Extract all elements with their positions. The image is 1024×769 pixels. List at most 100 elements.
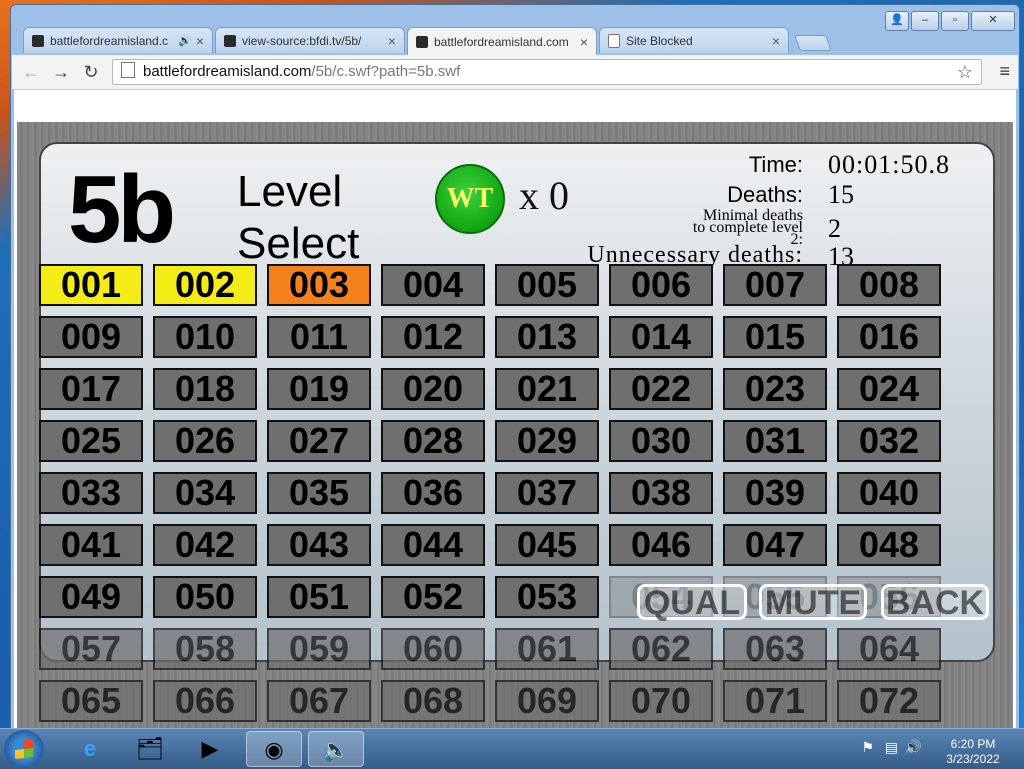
level-button-005[interactable]: 005 — [495, 264, 599, 306]
tab-view-source[interactable]: view-source:bfdi.tv/5b/ × — [215, 27, 405, 53]
reload-icon[interactable]: ↻ — [80, 61, 102, 83]
level-button-049[interactable]: 049 — [39, 576, 143, 618]
level-button-011[interactable]: 011 — [267, 316, 371, 358]
level-button-012[interactable]: 012 — [381, 316, 485, 358]
level-button-066[interactable]: 066 — [153, 680, 257, 722]
level-button-029[interactable]: 029 — [495, 420, 599, 462]
level-button-023[interactable]: 023 — [723, 368, 827, 410]
level-button-046[interactable]: 046 — [609, 524, 713, 566]
level-button-064[interactable]: 064 — [837, 628, 941, 670]
level-button-017[interactable]: 017 — [39, 368, 143, 410]
level-button-041[interactable]: 041 — [39, 524, 143, 566]
tab-bfdi-active[interactable]: battlefordreamisland.com × — [407, 27, 597, 55]
level-button-069[interactable]: 069 — [495, 680, 599, 722]
close-window-button[interactable]: ✕ — [971, 11, 1015, 31]
close-tab-icon[interactable]: × — [580, 34, 588, 50]
level-button-010[interactable]: 010 — [153, 316, 257, 358]
level-button-048[interactable]: 048 — [837, 524, 941, 566]
tab-site-blocked[interactable]: Site Blocked × — [599, 27, 789, 53]
level-button-057[interactable]: 057 — [39, 628, 143, 670]
level-button-027[interactable]: 027 — [267, 420, 371, 462]
back-button[interactable]: BACK — [881, 584, 989, 620]
flash-game[interactable]: 5b Level Select WT x 0 Time: 00:01:50.8 … — [17, 122, 1013, 729]
speaker-icon[interactable]: 🔊 — [178, 34, 192, 47]
level-button-031[interactable]: 031 — [723, 420, 827, 462]
level-button-030[interactable]: 030 — [609, 420, 713, 462]
bookmark-star-icon[interactable]: ☆ — [957, 60, 973, 84]
media-player-icon[interactable]: ▶ — [182, 731, 238, 767]
minimize-button[interactable]: – — [911, 11, 939, 31]
level-button-013[interactable]: 013 — [495, 316, 599, 358]
maximize-button[interactable]: ▫ — [941, 11, 969, 31]
level-button-037[interactable]: 037 — [495, 472, 599, 514]
menu-icon[interactable]: ≡ — [999, 61, 1010, 82]
level-button-035[interactable]: 035 — [267, 472, 371, 514]
level-button-045[interactable]: 045 — [495, 524, 599, 566]
close-tab-icon[interactable]: × — [196, 33, 204, 49]
tab-bfdi-1[interactable]: battlefordreamisland.c 🔊 × — [23, 27, 213, 53]
level-button-033[interactable]: 033 — [39, 472, 143, 514]
level-button-001[interactable]: 001 — [39, 264, 143, 306]
level-button-007[interactable]: 007 — [723, 264, 827, 306]
level-button-053[interactable]: 053 — [495, 576, 599, 618]
level-button-039[interactable]: 039 — [723, 472, 827, 514]
level-button-004[interactable]: 004 — [381, 264, 485, 306]
level-button-032[interactable]: 032 — [837, 420, 941, 462]
level-button-008[interactable]: 008 — [837, 264, 941, 306]
level-button-002[interactable]: 002 — [153, 264, 257, 306]
level-button-015[interactable]: 015 — [723, 316, 827, 358]
level-button-061[interactable]: 061 — [495, 628, 599, 670]
level-button-067[interactable]: 067 — [267, 680, 371, 722]
chrome-icon[interactable]: ◉ — [246, 731, 302, 767]
profile-icon[interactable]: 👤 — [885, 11, 909, 31]
level-button-043[interactable]: 043 — [267, 524, 371, 566]
ie-icon[interactable]: e — [62, 731, 118, 767]
level-button-065[interactable]: 065 — [39, 680, 143, 722]
level-button-028[interactable]: 028 — [381, 420, 485, 462]
level-button-020[interactable]: 020 — [381, 368, 485, 410]
level-button-009[interactable]: 009 — [39, 316, 143, 358]
level-button-026[interactable]: 026 — [153, 420, 257, 462]
level-button-040[interactable]: 040 — [837, 472, 941, 514]
level-button-022[interactable]: 022 — [609, 368, 713, 410]
volume-icon[interactable]: 🔊 — [905, 739, 922, 756]
level-button-059[interactable]: 059 — [267, 628, 371, 670]
network-icon[interactable]: ▤ — [885, 739, 898, 756]
level-button-042[interactable]: 042 — [153, 524, 257, 566]
new-tab-button[interactable] — [794, 35, 832, 51]
level-button-058[interactable]: 058 — [153, 628, 257, 670]
level-button-021[interactable]: 021 — [495, 368, 599, 410]
clock[interactable]: 6:20 PM 3/23/2022 — [938, 737, 1008, 767]
level-button-051[interactable]: 051 — [267, 576, 371, 618]
level-button-014[interactable]: 014 — [609, 316, 713, 358]
level-button-036[interactable]: 036 — [381, 472, 485, 514]
close-tab-icon[interactable]: × — [388, 33, 396, 49]
level-button-034[interactable]: 034 — [153, 472, 257, 514]
level-button-024[interactable]: 024 — [837, 368, 941, 410]
level-button-072[interactable]: 072 — [837, 680, 941, 722]
level-button-062[interactable]: 062 — [609, 628, 713, 670]
back-arrow-icon[interactable]: ← — [20, 61, 42, 83]
level-button-044[interactable]: 044 — [381, 524, 485, 566]
forward-arrow-icon[interactable]: → — [50, 61, 72, 83]
level-button-016[interactable]: 016 — [837, 316, 941, 358]
explorer-icon[interactable]: 🗂 — [122, 731, 178, 767]
speaker-app-icon[interactable]: 🔈 — [308, 731, 364, 767]
level-button-070[interactable]: 070 — [609, 680, 713, 722]
start-button[interactable] — [4, 730, 44, 768]
level-button-018[interactable]: 018 — [153, 368, 257, 410]
level-button-006[interactable]: 006 — [609, 264, 713, 306]
level-button-060[interactable]: 060 — [381, 628, 485, 670]
level-button-071[interactable]: 071 — [723, 680, 827, 722]
level-button-047[interactable]: 047 — [723, 524, 827, 566]
level-button-068[interactable]: 068 — [381, 680, 485, 722]
level-button-003[interactable]: 003 — [267, 264, 371, 306]
address-bar[interactable]: battlefordreamisland.com/5b/c.swf?path=5… — [112, 59, 982, 85]
level-button-025[interactable]: 025 — [39, 420, 143, 462]
mute-button[interactable]: MUTE — [759, 584, 867, 620]
close-tab-icon[interactable]: × — [772, 33, 780, 49]
level-button-050[interactable]: 050 — [153, 576, 257, 618]
qual-button[interactable]: QUAL — [637, 584, 747, 620]
action-center-icon[interactable]: ⚑ — [861, 739, 874, 756]
level-button-052[interactable]: 052 — [381, 576, 485, 618]
